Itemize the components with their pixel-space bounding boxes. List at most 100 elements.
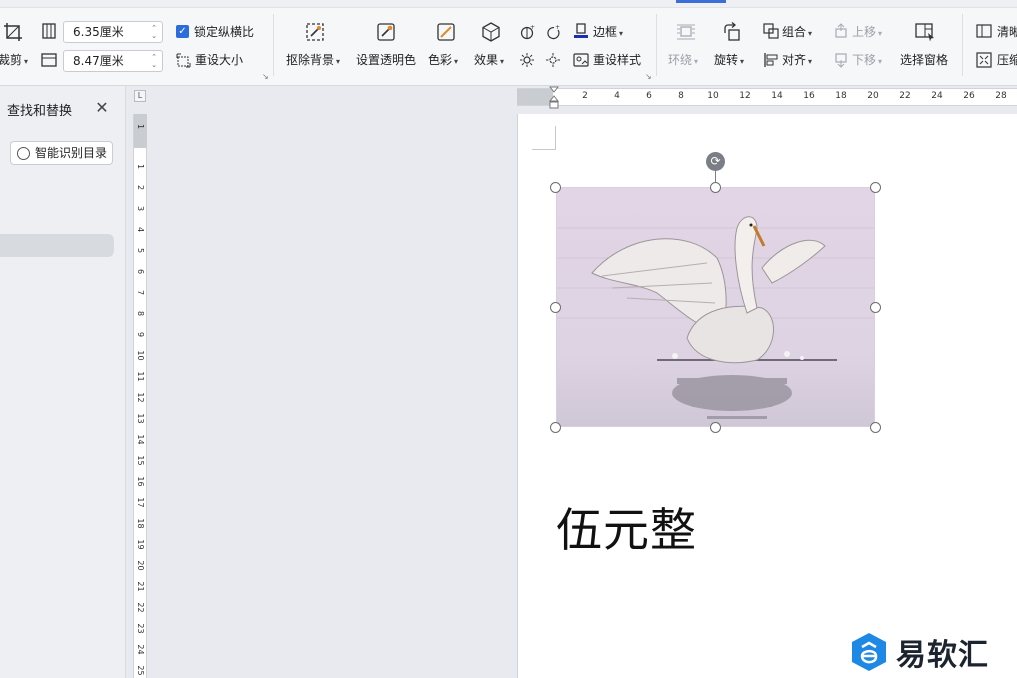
resize-handle-bottom[interactable] [710,422,721,433]
indent-marker-icon[interactable] [549,86,559,112]
align-icon[interactable] [762,51,780,69]
send-down-button: 下移 ▾ [852,53,883,67]
transparent-icon[interactable] [374,20,398,44]
ruler-tick-label: 24 [136,644,145,655]
height-field[interactable]: 8.47厘米 ⌃ ⌄ [63,50,163,72]
effect-label: 效果 [474,53,499,67]
ruler-tick-label: 14 [136,434,145,445]
select-pane-button[interactable]: 选择窗格 [900,52,948,68]
reset-style-icon[interactable] [572,51,590,69]
lock-ratio-checkbox[interactable]: ✓ [176,25,189,38]
resize-handle-left[interactable] [550,302,561,313]
ruler-tick-label: 13 [136,413,145,424]
ruler-tick-label: 18 [136,518,145,529]
wrap-button: 环绕 ▾ [668,53,699,67]
effect-icon[interactable] [479,20,503,44]
ruler-tick-label: 2 [136,184,145,191]
smart-toc-button[interactable]: 智能识别目录 [10,141,113,165]
resize-handle-top[interactable] [710,182,721,193]
remove-bg-icon[interactable] [303,20,327,44]
ruler-tick-label: 26 [963,91,975,101]
width-field[interactable]: 6.35厘米 ⌃ ⌄ [63,21,163,43]
resize-handle-bottom-right[interactable] [870,422,881,433]
border-label: 边框 [593,25,618,39]
contrast-up-icon[interactable]: + [544,23,562,41]
size-dialog-launcher-icon[interactable]: ↘ [262,72,269,81]
width-icon [40,22,58,40]
rotate-handle-icon[interactable]: ⟳ [706,152,725,171]
border-icon[interactable] [572,22,590,40]
vertical-ruler[interactable]: 1 1 2 3 4 5 6 7 8 9 10 11 12 13 14 15 16 17 18 19 20 21 22 23 24… [133,114,147,678]
rotate-button[interactable]: 旋转 ▾ [714,52,744,70]
crop-label: 裁剪 [0,53,23,67]
wrap-label: 环绕 [668,53,693,67]
height-value: 8.47厘米 [73,54,124,68]
ruler-tick-label: 4 [136,226,145,233]
contrast-icon[interactable] [544,51,562,69]
ruler-tick-label: 12 [136,392,145,403]
crop-button[interactable]: 裁剪 ▾ [0,52,28,70]
color-icon[interactable] [434,20,458,44]
select-pane-icon[interactable] [913,20,937,44]
clear-icon[interactable] [975,22,993,40]
ruler-tick-label: 28 [995,91,1007,101]
svg-text:+: + [555,24,560,31]
ruler-tick-label: 22 [899,91,911,101]
group-icon[interactable] [762,22,780,40]
send-down-label: 下移 [852,53,877,67]
close-icon[interactable]: ✕ [94,98,110,117]
color-button[interactable]: 色彩 ▾ [428,52,458,70]
separator [656,14,657,76]
resize-handle-top-right[interactable] [870,182,881,193]
ruler-tick-label: 23 [136,623,145,634]
ruler-tick-label: 20 [867,91,879,101]
remove-bg-label: 抠除背景 [286,53,335,67]
height-stepper[interactable]: ⌃ ⌄ [150,53,158,69]
group-label: 组合 [782,25,807,39]
ruler-tick-label: 3 [136,205,145,212]
lock-ratio-label[interactable]: 锁定纵横比 [194,24,254,40]
width-value: 6.35厘米 [73,25,124,39]
selected-outline-item[interactable] [0,234,114,257]
ruler-tick-label: 4 [614,91,620,101]
group-button[interactable]: 组合 ▾ [782,24,812,42]
resize-handle-bottom-left[interactable] [550,422,561,433]
remove-bg-button[interactable]: 抠除背景 ▾ [286,52,340,70]
ruler-tick-label: 11 [136,371,145,382]
tab-stop-selector[interactable]: L [134,90,146,102]
swan-picture[interactable] [556,187,875,427]
clear-button[interactable]: 清晰 [997,24,1017,40]
watermark-text: 易软汇 [896,638,989,673]
resize-handle-right[interactable] [870,302,881,313]
horizontal-ruler[interactable]: 2 4 6 8 10 12 14 16 18 20 22 24 26 28 [517,88,1017,106]
reset-size-icon[interactable] [175,52,191,68]
ribbon-tab-strip [0,0,1017,8]
brightness-up-icon[interactable]: + [518,23,536,41]
transparent-button[interactable]: 设置透明色 [356,52,416,68]
compress-button[interactable]: 压缩 [997,52,1017,68]
ruler-tick-label: 1 [136,123,145,130]
effect-button[interactable]: 效果 ▾ [474,52,504,70]
compress-icon[interactable] [975,51,993,69]
crop-icon[interactable] [0,20,26,44]
resize-handle-top-left[interactable] [550,182,561,193]
rotate-label: 旋转 [714,53,739,67]
align-button[interactable]: 对齐 ▾ [782,52,812,70]
watermark-logo: 易软汇 [850,632,989,673]
ruler-tick-label: 16 [136,476,145,487]
reset-style-button[interactable]: 重设样式 [593,52,641,68]
align-label: 对齐 [782,53,807,67]
ruler-tick-label: 21 [136,581,145,592]
border-button[interactable]: 边框 ▾ [593,24,623,42]
ruler-tick-label: 19 [136,539,145,550]
reset-size-button[interactable]: 重设大小 [195,52,243,68]
brightness-icon[interactable] [518,51,536,69]
style-dialog-launcher-icon[interactable]: ↘ [645,72,652,81]
ruler-tick-label: 14 [771,91,783,101]
width-stepper[interactable]: ⌃ ⌄ [150,24,158,40]
bring-up-icon [832,22,850,40]
ruler-tick-label: 6 [136,268,145,275]
document-text[interactable]: 伍元整 [556,494,697,560]
smart-toc-icon [17,147,30,160]
rotate-icon[interactable] [720,20,744,44]
